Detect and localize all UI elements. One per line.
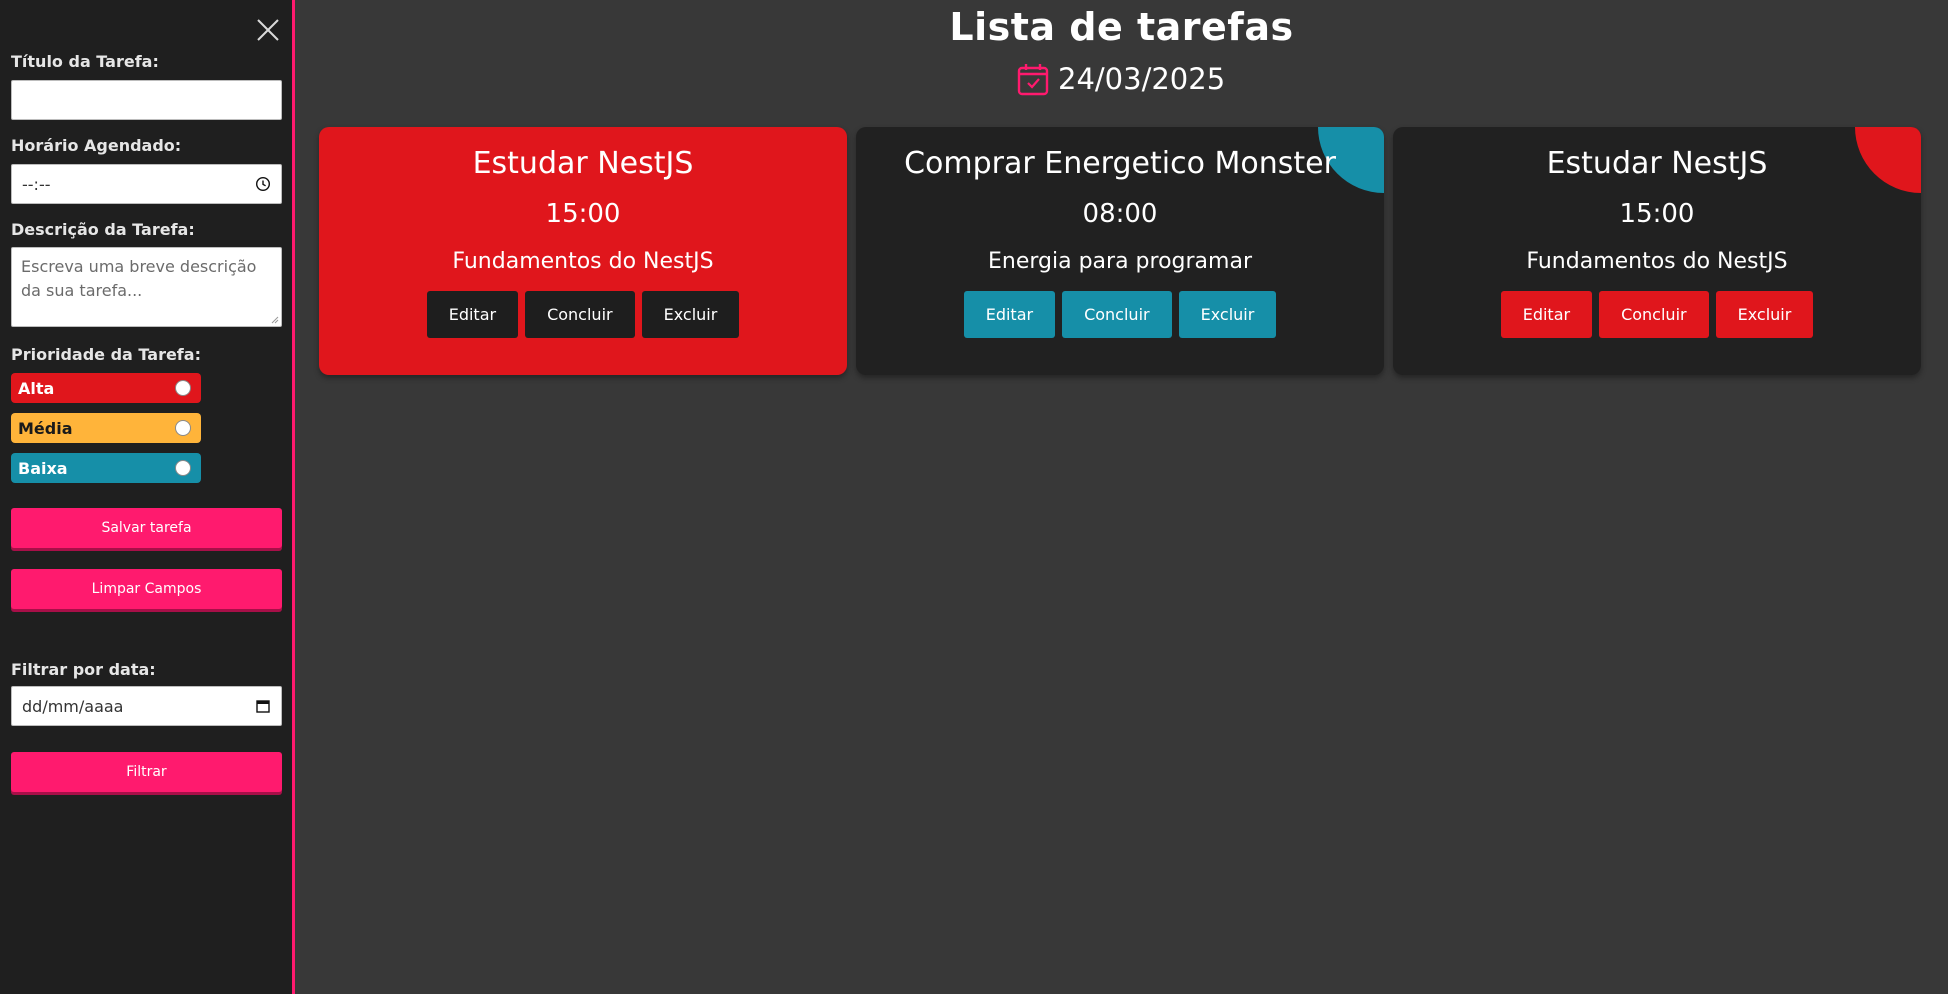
task-title: Estudar NestJS <box>1546 146 1768 181</box>
task-time: 15:00 <box>545 199 621 229</box>
complete-task-button[interactable]: Concluir <box>525 291 635 338</box>
task-priority-label: Prioridade da Tarefa: <box>11 345 201 364</box>
resize-grip-icon[interactable] <box>271 316 279 324</box>
edit-task-button[interactable]: Editar <box>426 291 519 338</box>
task-actions: Editar Concluir Excluir <box>1393 291 1921 338</box>
priority-label: Média <box>18 418 73 438</box>
task-title-input[interactable] <box>11 80 282 120</box>
delete-task-button[interactable]: Excluir <box>1178 291 1277 338</box>
priority-radio-high[interactable] <box>175 380 191 396</box>
calendar-icon[interactable] <box>255 698 271 714</box>
task-time: 15:00 <box>1619 199 1695 229</box>
task-time: 08:00 <box>1082 199 1158 229</box>
task-description: Fundamentos do NestJS <box>452 249 714 274</box>
task-actions: Editar Concluir Excluir <box>856 291 1384 338</box>
task-title-label: Título da Tarefa: <box>11 52 159 71</box>
edit-task-button[interactable]: Editar <box>963 291 1056 338</box>
page-title: Lista de tarefas <box>949 5 1294 49</box>
task-description-textarea[interactable]: Escreva uma breve descrição da sua taref… <box>11 247 282 327</box>
edit-task-button[interactable]: Editar <box>1500 291 1593 338</box>
priority-radio-medium[interactable] <box>175 420 191 436</box>
task-card: Comprar Energetico Monster 08:00 Energia… <box>856 127 1384 375</box>
sidebar: Título da Tarefa: Horário Agendado: --:-… <box>0 0 295 994</box>
task-description-label: Descrição da Tarefa: <box>11 220 195 239</box>
date-text: 24/03/2025 <box>1058 62 1226 96</box>
complete-task-button[interactable]: Concluir <box>1062 291 1172 338</box>
priority-option-high[interactable]: Alta <box>11 373 201 403</box>
task-card: Estudar NestJS 15:00 Fundamentos do Nest… <box>1393 127 1921 375</box>
calendar-check-icon <box>1017 64 1049 96</box>
priority-label: Baixa <box>18 458 68 478</box>
priority-radio-low[interactable] <box>175 460 191 476</box>
scheduled-time-label: Horário Agendado: <box>11 136 182 155</box>
delete-task-button[interactable]: Excluir <box>641 291 740 338</box>
current-date: 24/03/2025 <box>1016 62 1225 96</box>
delete-task-button[interactable]: Excluir <box>1715 291 1814 338</box>
task-card: Estudar NestJS 15:00 Fundamentos do Nest… <box>319 127 847 375</box>
close-sidebar-button[interactable] <box>252 14 284 46</box>
priority-option-medium[interactable]: Média <box>11 413 201 443</box>
scheduled-time-input[interactable]: --:-- <box>11 164 282 204</box>
clock-icon[interactable] <box>255 176 271 192</box>
task-description: Energia para programar <box>988 249 1252 274</box>
task-description-placeholder: Escreva uma breve descrição da sua taref… <box>21 257 257 300</box>
scheduled-time-value: --:-- <box>22 174 51 194</box>
save-task-button[interactable]: Salvar tarefa <box>11 508 282 548</box>
complete-task-button[interactable]: Concluir <box>1599 291 1709 338</box>
clear-fields-button[interactable]: Limpar Campos <box>11 569 282 609</box>
priority-label: Alta <box>18 378 55 398</box>
filter-date-value: dd/mm/aaaa <box>22 696 124 716</box>
filter-date-label: Filtrar por data: <box>11 660 156 679</box>
filter-date-input[interactable]: dd/mm/aaaa <box>11 686 282 726</box>
task-actions: Editar Concluir Excluir <box>319 291 847 338</box>
priority-option-low[interactable]: Baixa <box>11 453 201 483</box>
task-title: Estudar NestJS <box>472 146 694 181</box>
close-icon <box>257 19 279 41</box>
filter-button[interactable]: Filtrar <box>11 752 282 792</box>
task-title: Comprar Energetico Monster <box>904 146 1336 181</box>
task-description: Fundamentos do NestJS <box>1526 249 1788 274</box>
